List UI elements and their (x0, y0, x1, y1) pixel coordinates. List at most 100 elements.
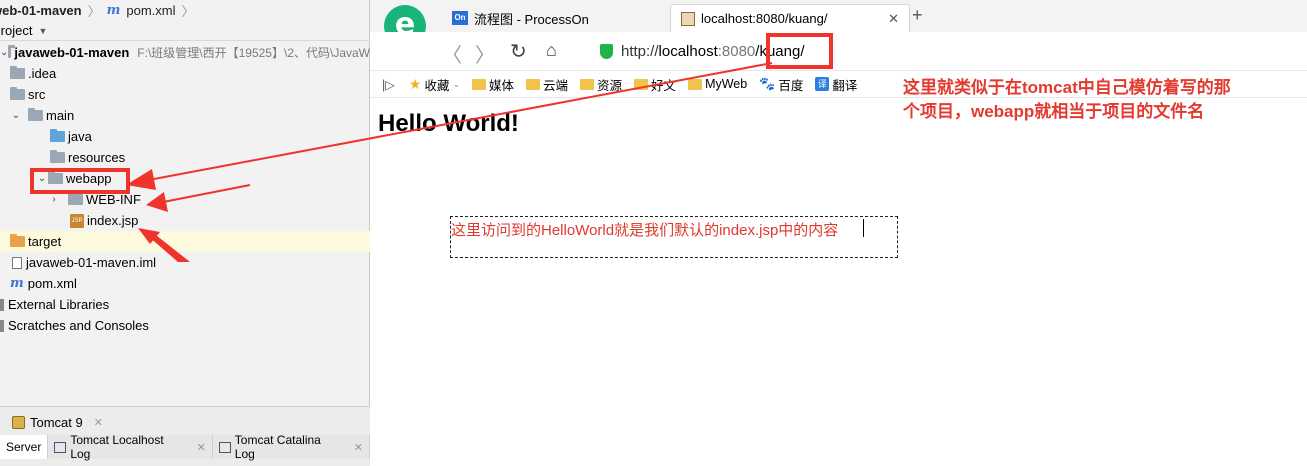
browser-tab-bar: On 流程图 - ProcessOn localhost:8080/kuang/… (370, 0, 1307, 32)
resources-folder-icon (50, 150, 65, 163)
chevron-down-icon[interactable]: ⌄ (10, 110, 22, 121)
project-path: F:\班级管理\西开【19525】\2、代码\JavaW (137, 46, 370, 60)
tab-server[interactable]: Server (0, 435, 49, 459)
folder-icon (526, 78, 541, 90)
url-prefix: http:// (621, 42, 659, 60)
selected-text-box: 这里访问到的HelloWorld就是我们默认的index.jsp中的内容 (450, 216, 898, 258)
tree-item-label: WEB-INF (86, 192, 141, 207)
source-folder-icon (50, 129, 65, 142)
bookmark-item[interactable]: MyWeb (688, 77, 747, 91)
bookmark-label: 媒体 (489, 78, 515, 93)
bookmark-label: 好文 (651, 78, 677, 93)
bookmark-item[interactable]: 🐾 百度 (759, 75, 803, 94)
bookmark-item[interactable]: 资源 (580, 75, 622, 94)
tree-item-src[interactable]: src (0, 84, 370, 105)
breadcrumb-file[interactable]: pom.xml (126, 3, 175, 18)
bookmark-label: 翻译 (832, 78, 858, 93)
bookmark-label: MyWeb (705, 77, 748, 91)
webapp-highlight-box (30, 168, 130, 194)
folder-icon (634, 78, 649, 90)
url-port: :8080 (717, 42, 756, 60)
tree-item-main[interactable]: ⌄ main (0, 105, 370, 126)
project-panel-header[interactable]: Project ▼ (0, 21, 370, 41)
page-icon (681, 11, 695, 26)
close-icon[interactable]: ✕ (354, 441, 363, 454)
tree-item-external-libraries[interactable]: External Libraries (0, 294, 370, 315)
breadcrumb-project[interactable]: web-01-maven (0, 3, 82, 18)
back-icon[interactable]: 〈 (442, 39, 462, 68)
chevron-down-icon[interactable]: ⌄ (0, 47, 8, 58)
reload-icon[interactable]: ↻ (510, 39, 527, 64)
forward-icon[interactable]: 〉 (475, 39, 495, 68)
bookmark-item[interactable]: 云端 (526, 75, 568, 94)
tree-item-project-root[interactable]: ⌄ javaweb-01-maven F:\班级管理\西开【19525】\2、代… (0, 42, 370, 63)
run-tool-window: Tomcat 9 ✕ Server Tomcat Localhost Log ✕… (0, 406, 370, 466)
tab-label: Tomcat Localhost Log (70, 433, 164, 461)
tree-item-label: main (46, 108, 75, 123)
url-highlight-box (766, 33, 833, 69)
bookmark-item[interactable]: 译翻译 (815, 75, 857, 94)
browser-window: On 流程图 - ProcessOn localhost:8080/kuang/… (370, 0, 1307, 466)
tree-item-label: javaweb-01-maven (14, 45, 130, 60)
browser-tab-processon[interactable]: On 流程图 - ProcessOn (442, 4, 670, 32)
tab-label: Server (6, 440, 42, 454)
bookmark-label: 云端 (543, 78, 569, 93)
maven-icon: m (10, 276, 24, 291)
chevron-down-icon: ⌄ (452, 78, 460, 89)
tab-title: 流程图 - ProcessOn (474, 11, 589, 27)
tab-label: Tomcat Catalina Log (234, 433, 321, 461)
url-host: localhost (658, 42, 718, 60)
tab-catalina-log[interactable]: Tomcat Catalina Log ✕ (212, 433, 370, 461)
bookmark-favorites[interactable]: ★ 收藏 ⌄ (409, 75, 460, 94)
sidebar-toggle-icon[interactable]: |▷ (382, 77, 395, 92)
browser-tab-localhost[interactable]: localhost:8080/kuang/ ✕ (670, 4, 910, 32)
tree-item-label: index.jsp (87, 213, 139, 228)
folder-icon (580, 78, 595, 90)
tree-item-label: javaweb-01-maven.iml (26, 255, 157, 270)
home-icon[interactable]: ⌂ (546, 40, 557, 61)
iml-file-icon (12, 256, 22, 269)
run-subtabs: Server Tomcat Localhost Log ✕ Tomcat Cat… (0, 433, 370, 461)
breadcrumb: web-01-maven 〉 m pom.xml 〉 (0, 0, 370, 20)
tab-tomcat-run[interactable]: Tomcat 9 ✕ (6, 411, 109, 433)
scratches-icon (0, 319, 4, 332)
page-heading: Hello World! (378, 110, 519, 137)
folder-icon (8, 45, 16, 58)
tree-item-index-jsp[interactable]: JSP index.jsp (0, 210, 370, 231)
breadcrumb-separator: 〉 (87, 3, 101, 19)
tree-item-label: target (28, 234, 62, 249)
close-icon[interactable]: ✕ (94, 416, 103, 429)
chevron-right-icon[interactable]: › (48, 194, 60, 205)
tree-item-resources[interactable]: resources (0, 147, 370, 168)
folder-icon (10, 66, 25, 79)
tree-item-java[interactable]: java (0, 126, 370, 147)
folder-icon (28, 108, 43, 121)
tree-item-label: java (68, 129, 92, 144)
tree-item-pom[interactable]: m pom.xml (0, 273, 370, 294)
tab-localhost-log[interactable]: Tomcat Localhost Log ✕ (48, 433, 213, 461)
tree-item-scratches[interactable]: Scratches and Consoles (0, 315, 370, 336)
close-icon[interactable]: ✕ (888, 11, 899, 27)
close-icon[interactable]: ✕ (197, 441, 206, 454)
tree-item-idea[interactable]: .idea (0, 63, 370, 84)
chevron-down-icon[interactable]: ▼ (38, 26, 47, 36)
new-tab-icon[interactable]: + (912, 5, 923, 26)
star-icon: ★ (408, 75, 422, 92)
tomcat-icon (12, 415, 25, 429)
jsp-file-icon: JSP (70, 213, 84, 228)
bookmark-label: 收藏 (424, 78, 450, 93)
breadcrumb-separator: 〉 (181, 3, 195, 19)
bookmark-item[interactable]: 媒体 (472, 75, 514, 94)
bookmark-label: 资源 (597, 78, 623, 93)
folder-icon (688, 78, 703, 90)
shield-icon (600, 43, 613, 59)
tree-item-label: Scratches and Consoles (8, 318, 149, 333)
selected-text: 这里访问到的HelloWorld就是我们默认的index.jsp中的内容 (451, 222, 839, 239)
processon-icon: On (452, 11, 468, 25)
paw-icon: 🐾 (759, 76, 776, 91)
text-cursor (863, 219, 864, 237)
tree-item-target[interactable]: target (0, 231, 370, 252)
address-bar[interactable]: http://localhost:8080/kuang/ (600, 37, 1307, 65)
tree-item-iml[interactable]: javaweb-01-maven.iml (0, 252, 370, 273)
bookmark-item[interactable]: 好文 (634, 75, 676, 94)
